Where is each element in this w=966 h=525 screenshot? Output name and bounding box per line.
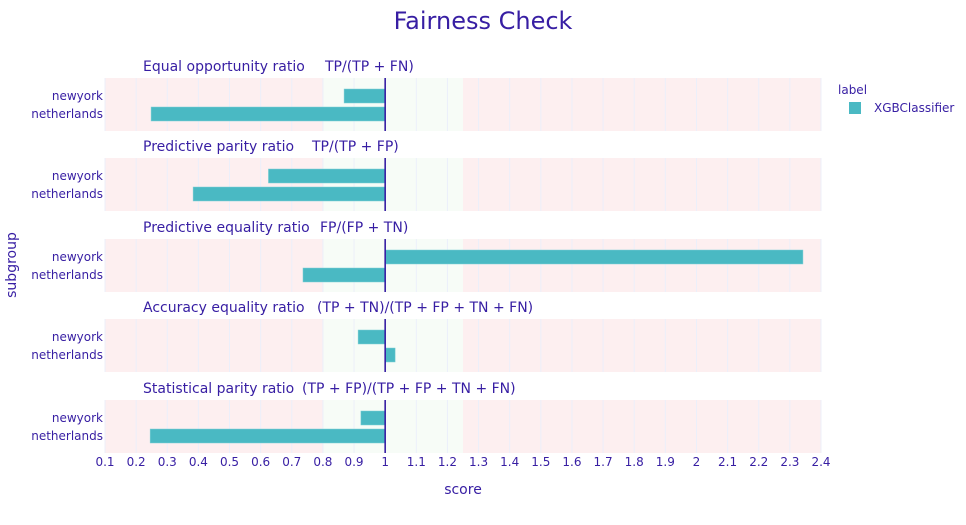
panel-5: Statistical parity ratio (TP + FP)/(TP + … — [31, 381, 822, 453]
x-axis-label: score — [444, 482, 482, 498]
red-zone-left — [105, 319, 323, 372]
red-zone-left — [105, 78, 323, 131]
bar-newyork — [360, 410, 386, 426]
x-tick-label: 0.6 — [251, 455, 270, 469]
x-tick-label: 1.2 — [438, 455, 457, 469]
bar-netherlands — [149, 428, 386, 444]
red-zone-right — [463, 400, 821, 453]
green-zone — [322, 78, 463, 131]
y-tick-label: netherlands — [31, 187, 103, 201]
legend-title: label — [838, 83, 867, 97]
red-zone-right — [463, 319, 821, 372]
x-tick-label: 0.9 — [344, 455, 363, 469]
panel-formula: (TP + FP)/(TP + FP + TN + FN) — [302, 381, 516, 397]
red-zone-left — [105, 239, 323, 292]
x-tick-label: 2.4 — [811, 455, 830, 469]
x-tick-label: 0.5 — [220, 455, 239, 469]
x-tick-label: 2 — [693, 455, 701, 469]
legend-swatch — [849, 102, 861, 114]
x-tick-label: 1 — [381, 455, 389, 469]
chart-title: Fairness Check — [394, 7, 573, 35]
panel-3: Predictive equality ratio FP/(FP + TN) new… — [31, 220, 822, 292]
red-zone-right — [463, 239, 821, 292]
y-axis-label: subgroup — [4, 232, 20, 298]
x-tick-label: 0.2 — [127, 455, 146, 469]
x-tick-label: 2.2 — [749, 455, 768, 469]
y-tick-label: netherlands — [31, 429, 103, 443]
panel-metric-title: Accuracy equality ratio — [143, 300, 305, 316]
x-tick-label: 2.3 — [780, 455, 799, 469]
x-tick-label: 1.7 — [594, 455, 613, 469]
red-zone-right — [463, 158, 821, 211]
y-tick-label: netherlands — [31, 107, 103, 121]
y-tick-label: newyork — [52, 169, 103, 183]
fairness-check-chart: Fairness Check Equal opportunity ratio TP… — [4, 7, 954, 498]
y-tick-label: newyork — [52, 411, 103, 425]
x-axis: 0.1 0.2 0.3 0.4 0.5 0.6 0.7 0.8 0.9 1 1.1 1.2 1.3 1.4… — [95, 455, 830, 469]
x-tick-label: 0.4 — [189, 455, 208, 469]
panel-4: Accuracy equality ratio (TP + TN)/(TP + F… — [31, 300, 822, 372]
red-zone-right — [463, 78, 821, 131]
panel-formula: TP/(TP + FP) — [311, 139, 399, 155]
green-zone — [322, 319, 463, 372]
bar-netherlands — [302, 267, 386, 283]
panel-metric-title: Statistical parity ratio — [143, 381, 294, 397]
x-tick-label: 1.5 — [531, 455, 550, 469]
panel-1: Equal opportunity ratio TP/(TP + FN) newyo… — [31, 59, 822, 131]
panel-formula: (TP + TN)/(TP + FP + TN + FN) — [317, 300, 533, 316]
bar-netherlands — [384, 347, 396, 363]
x-tick-label: 0.7 — [282, 455, 301, 469]
legend: label XGBClassifier — [838, 83, 954, 115]
x-tick-label: 1.6 — [562, 455, 581, 469]
y-tick-label: netherlands — [31, 268, 103, 282]
y-tick-label: newyork — [52, 330, 103, 344]
x-tick-label: 1.3 — [469, 455, 488, 469]
bar-newyork — [268, 168, 386, 184]
x-tick-label: 1.4 — [500, 455, 519, 469]
x-tick-label: 1.1 — [407, 455, 426, 469]
panel-formula: FP/(FP + TN) — [320, 220, 408, 236]
red-zone-left — [105, 400, 323, 453]
panel-formula: TP/(TP + FN) — [324, 59, 414, 75]
x-tick-label: 2.1 — [718, 455, 737, 469]
green-zone — [322, 239, 463, 292]
green-zone — [322, 158, 463, 211]
x-tick-label: 0.1 — [95, 455, 114, 469]
y-tick-label: newyork — [52, 250, 103, 264]
bar-newyork — [343, 88, 386, 104]
bar-newyork — [384, 249, 804, 265]
panel-metric-title: Predictive parity ratio — [143, 139, 294, 155]
x-tick-label: 0.3 — [158, 455, 177, 469]
panel-2: Predictive parity ratio TP/(TP + FP) newyo… — [31, 139, 822, 211]
red-zone-left — [105, 158, 323, 211]
x-tick-label: 1.8 — [625, 455, 644, 469]
panel-metric-title: Predictive equality ratio — [143, 220, 310, 236]
y-tick-label: netherlands — [31, 348, 103, 362]
green-zone — [322, 400, 463, 453]
x-tick-label: 1.9 — [656, 455, 675, 469]
x-tick-label: 0.8 — [313, 455, 332, 469]
legend-label: XGBClassifier — [874, 101, 954, 115]
y-tick-label: newyork — [52, 89, 103, 103]
legend-item-xgbclassifier[interactable]: XGBClassifier — [849, 101, 954, 115]
panel-metric-title: Equal opportunity ratio — [143, 59, 305, 75]
bar-netherlands — [150, 106, 386, 122]
bar-netherlands — [192, 186, 386, 202]
bar-newyork — [357, 329, 386, 345]
panels: Equal opportunity ratio TP/(TP + FN) newyo… — [31, 59, 822, 453]
